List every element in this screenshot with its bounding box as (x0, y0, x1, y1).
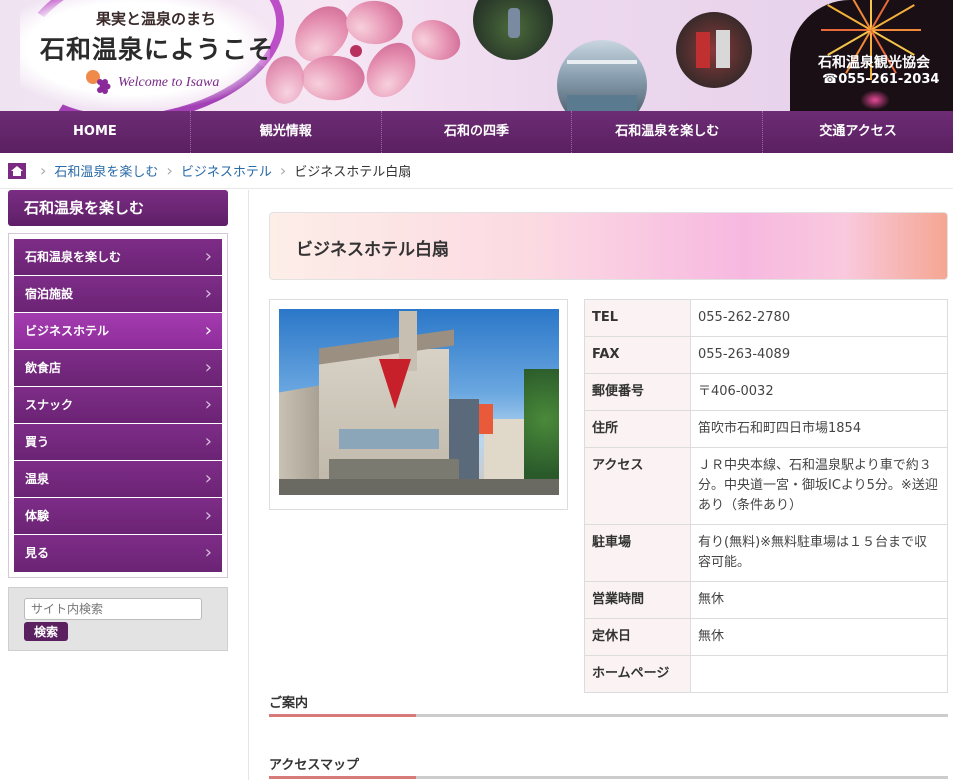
info-key: アクセス (584, 447, 691, 525)
sidebar-item-accommodation[interactable]: 宿泊施設 › (14, 276, 222, 313)
chevron-right-icon: › (279, 161, 287, 180)
chevron-right-icon: › (204, 431, 212, 452)
chevron-right-icon: › (204, 468, 212, 489)
page-title: ビジネスホテル白扇 (296, 240, 449, 260)
homepage-link[interactable] (690, 655, 948, 693)
info-value: 〒406-0032 (690, 373, 948, 411)
sidebar-item-label: 飲食店 (25, 361, 62, 375)
sidebar-item-business-hotel[interactable]: ビジネスホテル › (14, 313, 222, 350)
search-button[interactable]: 検索 (24, 622, 68, 641)
photo-festival-circle (676, 12, 752, 88)
table-row: 郵便番号 〒406-0032 (584, 373, 948, 411)
info-key: 営業時間 (584, 581, 691, 619)
table-row: ホームページ (584, 655, 948, 693)
sidebar-menu: 石和温泉を楽しむ › 宿泊施設 › ビジネスホテル › 飲食店 › スナック › 買う › … (8, 233, 228, 578)
info-value: 055-263-4089 (690, 336, 948, 374)
info-value: ＪＲ中央本線、石和温泉駅より車で約３分。中央道一宮・御坂ICより5分。※送迎あり… (690, 447, 948, 525)
global-nav: HOME 観光情報 石和の四季 石和温泉を楽しむ 交通アクセス (0, 111, 953, 153)
sidebar-item-onsen[interactable]: 温泉 › (14, 461, 222, 498)
chevron-right-icon: › (204, 505, 212, 526)
sidebar-item-label: 見る (25, 546, 50, 560)
breadcrumb: › 石和温泉を楽しむ › ビジネスホテル › ビジネスホテル白扇 (0, 153, 953, 189)
hotel-photo (279, 309, 559, 495)
sidebar-item-label: スナック (25, 398, 74, 412)
info-key: 駐車場 (584, 524, 691, 582)
sidebar-item-snack[interactable]: スナック › (14, 387, 222, 424)
table-row: 駐車場 有り(無料)※無料駐車場は１５台まで収容可能。 (584, 524, 948, 582)
info-key: TEL (584, 299, 691, 337)
sidebar-item-label: 温泉 (25, 472, 50, 486)
site-header: 果実と温泉のまち 石和温泉にようこそ Welcome to Isawa 石和温泉… (0, 0, 953, 111)
info-key: 郵便番号 (584, 373, 691, 411)
search-input[interactable] (24, 598, 202, 620)
chevron-right-icon: › (40, 161, 47, 180)
breadcrumb-current: ビジネスホテル白扇 (294, 165, 412, 180)
nav-four-seasons[interactable]: 石和の四季 (382, 111, 573, 153)
table-row: 定休日 無休 (584, 618, 948, 656)
info-value: 有り(無料)※無料駐車場は１５台まで収容可能。 (690, 524, 948, 582)
section-underline (269, 714, 948, 717)
info-value: 無休 (690, 581, 948, 619)
info-key: 住所 (584, 410, 691, 448)
info-value: 055-262-2780 (690, 299, 948, 337)
sidebar-item-shopping[interactable]: 買う › (14, 424, 222, 461)
sidebar-item-restaurants[interactable]: 飲食店 › (14, 350, 222, 387)
chevron-right-icon: › (204, 246, 212, 267)
info-key: ホームページ (584, 655, 691, 693)
association-name: 石和温泉観光協会 (818, 55, 930, 71)
logo-english: Welcome to Isawa (118, 75, 220, 90)
sidebar-item-experience[interactable]: 体験 › (14, 498, 222, 535)
sidebar-item-enjoy-isawa[interactable]: 石和温泉を楽しむ › (14, 239, 222, 276)
section-heading-guide: ご案内 (269, 696, 309, 711)
sidebar-item-label: 体験 (25, 509, 50, 523)
table-row: 営業時間 無休 (584, 581, 948, 619)
table-row: TEL 055-262-2780 (584, 299, 948, 337)
info-key: FAX (584, 336, 691, 374)
sidebar-item-sightseeing[interactable]: 見る › (14, 535, 222, 572)
hotel-info-table: TEL 055-262-2780 FAX 055-263-4089 郵便番号 〒406… (584, 299, 948, 693)
logo-title[interactable]: 石和温泉にようこそ (40, 30, 274, 66)
chevron-right-icon: › (204, 320, 212, 341)
info-key: 定休日 (584, 618, 691, 656)
sidebar-item-label: 宿泊施設 (25, 287, 74, 301)
chevron-right-icon: › (204, 394, 212, 415)
section-underline (269, 776, 948, 779)
nav-enjoy-isawa[interactable]: 石和温泉を楽しむ (572, 111, 764, 153)
breadcrumb-enjoy-isawa[interactable]: 石和温泉を楽しむ (54, 161, 158, 180)
table-row: 住所 笛吹市石和町四日市場1854 (584, 410, 948, 448)
table-row: FAX 055-263-4089 (584, 336, 948, 374)
home-icon[interactable] (8, 162, 26, 179)
sidebar-item-label: ビジネスホテル (25, 324, 110, 338)
page-title-banner: ビジネスホテル白扇 (269, 212, 948, 280)
peach-blossom-image (256, 0, 492, 111)
association-phone: ☎055-261-2034 (822, 72, 940, 87)
site-search: 検索 (8, 587, 228, 651)
sidebar-item-label: 買う (25, 435, 50, 449)
nav-sightseeing[interactable]: 観光情報 (191, 111, 382, 153)
table-row: アクセス ＪＲ中央本線、石和温泉駅より車で約３分。中央道一宮・御坂ICより5分。※… (584, 447, 948, 525)
chevron-right-icon: › (204, 283, 212, 304)
chevron-right-icon: › (204, 357, 212, 378)
grape-peach-icon (86, 70, 111, 94)
photo-onsen-circle (557, 40, 647, 111)
sidebar-title: 石和温泉を楽しむ (8, 190, 228, 226)
chevron-right-icon: › (204, 542, 212, 563)
hotel-photo-frame (269, 299, 568, 510)
logo-subtitle: 果実と温泉のまち (96, 10, 217, 28)
content-divider (248, 190, 249, 780)
nav-access[interactable]: 交通アクセス (763, 111, 953, 153)
chevron-right-icon: › (166, 161, 173, 180)
breadcrumb-business-hotel[interactable]: ビジネスホテル (181, 161, 272, 180)
nav-home[interactable]: HOME (0, 111, 191, 153)
info-value: 無休 (690, 618, 948, 656)
section-heading-access-map: アクセスマップ (269, 758, 359, 773)
sidebar-item-label: 石和温泉を楽しむ (25, 250, 122, 264)
info-value: 笛吹市石和町四日市場1854 (690, 410, 948, 448)
